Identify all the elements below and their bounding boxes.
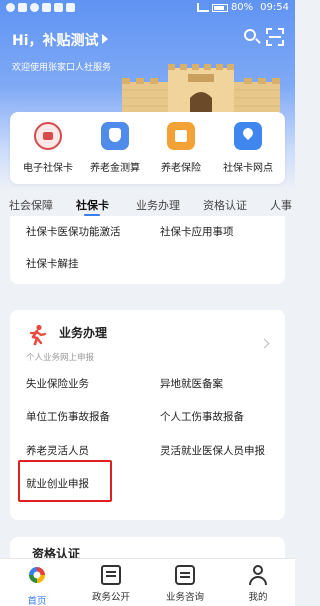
city-gate-illustration xyxy=(122,64,280,112)
welcome-text: 欢迎使用张家口人社服务 xyxy=(12,63,112,73)
quick-action-service-point[interactable]: 社保卡网点 xyxy=(213,122,283,174)
quick-action-e-social-card[interactable]: 电子社保卡 xyxy=(13,122,83,174)
service-link[interactable]: 社保卡医保功能激活 xyxy=(26,224,121,239)
service-link[interactable]: 异地就医备案 xyxy=(160,376,223,391)
tab-social-security[interactable]: 社会保障 xyxy=(9,197,53,213)
quick-action-pension-insurance[interactable]: 养老保险 xyxy=(146,122,216,174)
service-link[interactable]: 单位工伤事故报备 xyxy=(26,409,110,424)
user-greeting[interactable]: Hi，补贴测试 xyxy=(12,30,99,50)
nav-label: 业务咨询 xyxy=(165,592,204,603)
nav-label: 我的 xyxy=(248,592,268,603)
nav-home[interactable]: 首页 xyxy=(0,565,74,606)
runner-icon xyxy=(29,324,47,346)
social-card-services: 社保卡医保功能激活 社保卡应用事项 社保卡解挂 xyxy=(10,216,285,284)
bag-notification-icon xyxy=(66,3,75,12)
app-notification-icon xyxy=(18,3,27,12)
nav-mine[interactable]: 我的 xyxy=(221,565,295,603)
clock: 09:54 xyxy=(260,2,289,13)
quick-action-label: 社保卡网点 xyxy=(223,163,273,174)
tab-business[interactable]: 业务办理 xyxy=(136,197,180,213)
quick-action-label: 电子社保卡 xyxy=(23,163,73,174)
user-icon xyxy=(248,565,268,585)
tab-qualification[interactable]: 资格认证 xyxy=(203,197,247,213)
home-icon xyxy=(29,567,45,583)
nav-label: 首页 xyxy=(27,596,47,606)
quick-action-label: 养老金测算 xyxy=(90,163,140,174)
nav-consult[interactable]: 业务咨询 xyxy=(148,565,222,603)
service-link[interactable]: 社保卡解挂 xyxy=(26,256,79,271)
scan-icon[interactable] xyxy=(266,28,284,46)
service-point-icon xyxy=(234,122,262,150)
e-social-card-icon xyxy=(34,122,62,150)
service-link[interactable]: 个人工伤事故报备 xyxy=(160,409,244,424)
service-link[interactable]: 灵活就业医保人员申报 xyxy=(160,443,265,458)
service-link[interactable]: 社保卡应用事项 xyxy=(160,224,234,239)
business-card: 业务办理 个人业务网上申报 失业保险业务 异地就医备案 单位工伤事故报备 个人工… xyxy=(10,310,285,520)
section-title: 业务办理 xyxy=(59,326,108,340)
quick-action-pension-calc[interactable]: 养老金测算 xyxy=(80,122,150,174)
chat-icon xyxy=(175,565,195,585)
service-link[interactable]: 养老灵活人员 xyxy=(26,443,89,458)
nav-label: 政务公开 xyxy=(91,592,130,603)
quick-action-label: 养老保险 xyxy=(161,163,201,174)
search-icon[interactable] xyxy=(243,28,261,46)
service-link[interactable]: 失业保险业务 xyxy=(26,376,89,391)
section-subtitle: 个人业务网上申报 xyxy=(26,353,95,363)
battery-percent: 80% xyxy=(230,2,254,13)
nav-gov-affairs[interactable]: 政务公开 xyxy=(74,565,148,603)
notification-icons xyxy=(6,3,75,12)
bottom-navigation: 首页 政务公开 业务咨询 我的 xyxy=(0,558,295,606)
play-arrow-icon[interactable] xyxy=(102,34,108,44)
tab-personnel[interactable]: 人事 xyxy=(270,197,292,213)
highlight-box xyxy=(18,460,112,502)
app-notification-icon xyxy=(6,3,15,12)
pension-calc-icon xyxy=(101,122,129,150)
image-notification-icon xyxy=(42,3,51,12)
document-icon xyxy=(101,565,121,585)
quick-actions-card: 电子社保卡 养老金测算 养老保险 社保卡网点 xyxy=(10,112,285,184)
app-notification-icon xyxy=(30,3,39,12)
app-notification-icon xyxy=(54,3,63,12)
category-tabs: 社会保障 社保卡 业务办理 资格认证 人事 xyxy=(0,190,295,216)
signal-icon xyxy=(196,3,209,12)
tab-social-card[interactable]: 社保卡 xyxy=(76,197,109,213)
pension-insurance-icon xyxy=(167,122,195,150)
battery-icon xyxy=(211,3,228,12)
chevron-right-icon[interactable] xyxy=(259,338,270,349)
status-bar: 80% 09:54 xyxy=(0,0,295,18)
